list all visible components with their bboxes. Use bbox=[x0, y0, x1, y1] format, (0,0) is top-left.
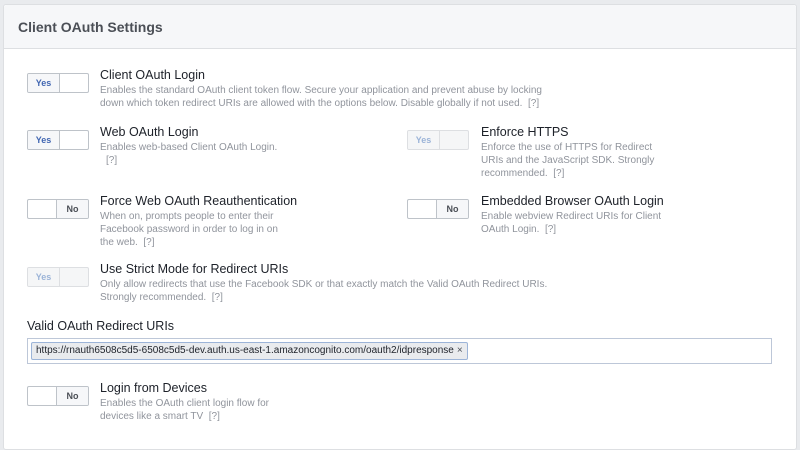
description-line: OAuth Login. [?] bbox=[481, 223, 701, 236]
strict-mode-description: Only allow redirects that use the Facebo… bbox=[100, 278, 580, 304]
help-link[interactable]: [?] bbox=[209, 411, 220, 422]
description-line: devices like a smart TV [?] bbox=[100, 410, 320, 423]
toggle-yes-knob: Yes bbox=[28, 74, 60, 92]
help-link[interactable]: [?] bbox=[528, 98, 539, 109]
description-line: Enforce the use of HTTPS for Redirect bbox=[481, 142, 653, 153]
panel-title: Client OAuth Settings bbox=[4, 5, 796, 49]
description-line: Only allow redirects that use the Facebo… bbox=[100, 279, 548, 290]
redirect-uri-text: https://rnauth6508c5d5-6508c5d5-dev.auth… bbox=[36, 345, 454, 356]
toggle-yes-knob: Yes bbox=[28, 268, 60, 286]
redirect-uris-input[interactable]: https://rnauth6508c5d5-6508c5d5-dev.auth… bbox=[27, 338, 772, 364]
description-text: down which token redirect URIs are allow… bbox=[100, 98, 523, 109]
help-link[interactable]: [?] bbox=[553, 168, 564, 179]
description-line: Strongly recommended. [?] bbox=[100, 291, 580, 304]
remove-token-icon[interactable]: × bbox=[457, 343, 463, 359]
toggle-yes-knob: Yes bbox=[408, 131, 440, 149]
help-link[interactable]: [?] bbox=[143, 237, 154, 248]
description-line: Enables the standard OAuth client token … bbox=[100, 85, 542, 96]
login-from-devices-title: Login from Devices bbox=[100, 381, 207, 395]
enforce-https-title: Enforce HTTPS bbox=[481, 125, 569, 139]
description-line: [?] bbox=[100, 154, 300, 167]
description-line: Facebook password in order to log in on bbox=[100, 224, 278, 235]
strict-mode-title: Use Strict Mode for Redirect URIs bbox=[100, 262, 289, 276]
toggle-yes-knob: Yes bbox=[28, 131, 60, 149]
web-oauth-login-toggle[interactable]: Yes bbox=[27, 130, 89, 150]
embedded-browser-oauth-description: Enable webview Redirect URIs for Client … bbox=[481, 210, 701, 236]
toggle-no-knob: No bbox=[436, 200, 468, 218]
client-oauth-login-description: Enables the standard OAuth client token … bbox=[100, 84, 580, 110]
enforce-https-toggle[interactable]: Yes bbox=[407, 130, 469, 150]
strict-mode-toggle[interactable]: Yes bbox=[27, 267, 89, 287]
help-link[interactable]: [?] bbox=[545, 224, 556, 235]
description-text: OAuth Login. bbox=[481, 224, 540, 235]
embedded-browser-oauth-title: Embedded Browser OAuth Login bbox=[481, 194, 664, 208]
description-line: Enables the OAuth client login flow for bbox=[100, 398, 269, 409]
embedded-browser-oauth-toggle[interactable]: No bbox=[407, 199, 469, 219]
enforce-https-description: Enforce the use of HTTPS for Redirect UR… bbox=[481, 141, 701, 180]
help-link[interactable]: [?] bbox=[212, 292, 223, 303]
toggle-no-knob: No bbox=[56, 387, 88, 405]
description-text: the web. bbox=[100, 237, 138, 248]
description-line: URIs and the JavaScript SDK. Strongly bbox=[481, 155, 655, 166]
redirect-uri-token[interactable]: https://rnauth6508c5d5-6508c5d5-dev.auth… bbox=[31, 342, 468, 360]
client-oauth-login-toggle[interactable]: Yes bbox=[27, 73, 89, 93]
login-from-devices-description: Enables the OAuth client login flow for … bbox=[100, 397, 320, 423]
description-line: Enables web-based Client OAuth Login. bbox=[100, 142, 278, 153]
description-text: recommended. bbox=[481, 168, 548, 179]
description-line: recommended. [?] bbox=[481, 167, 701, 180]
force-web-oauth-reauth-toggle[interactable]: No bbox=[27, 199, 89, 219]
description-line: Enable webview Redirect URIs for Client bbox=[481, 211, 662, 222]
redirect-uris-label: Valid OAuth Redirect URIs bbox=[27, 319, 175, 333]
help-link[interactable]: [?] bbox=[106, 155, 117, 166]
description-text: devices like a smart TV bbox=[100, 411, 204, 422]
description-line: down which token redirect URIs are allow… bbox=[100, 97, 580, 110]
client-oauth-login-title: Client OAuth Login bbox=[100, 68, 205, 82]
login-from-devices-toggle[interactable]: No bbox=[27, 386, 89, 406]
web-oauth-login-title: Web OAuth Login bbox=[100, 125, 199, 139]
toggle-no-knob: No bbox=[56, 200, 88, 218]
description-text: Strongly recommended. bbox=[100, 292, 207, 303]
description-line: the web. [?] bbox=[100, 236, 320, 249]
web-oauth-login-description: Enables web-based Client OAuth Login. [?… bbox=[100, 141, 300, 167]
force-web-oauth-reauth-description: When on, prompts people to enter their F… bbox=[100, 210, 320, 249]
force-web-oauth-reauth-title: Force Web OAuth Reauthentication bbox=[100, 194, 298, 208]
description-line: When on, prompts people to enter their bbox=[100, 211, 274, 222]
